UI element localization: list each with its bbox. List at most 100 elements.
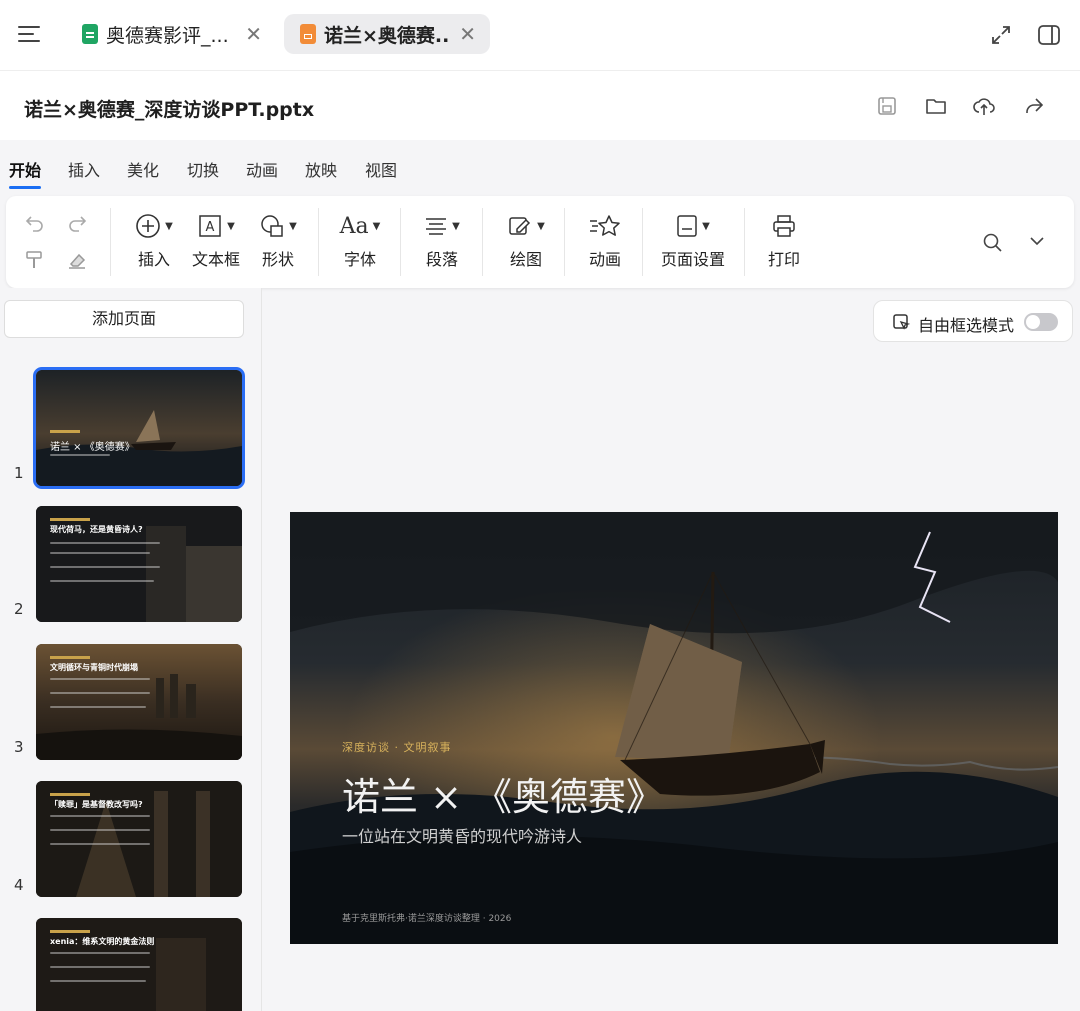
active-tab-indicator: [9, 186, 41, 189]
undo-icon[interactable]: [24, 214, 46, 232]
slide-number: 2: [14, 600, 24, 618]
thumbnail-tag: [50, 656, 90, 659]
menu-icon[interactable]: [18, 24, 40, 44]
separator: [642, 208, 643, 276]
tab-beautify[interactable]: 美化: [127, 157, 159, 181]
tab-title: 奥德赛影评_...: [106, 24, 229, 47]
slide-subtitle: 一位站在文明黄昏的现代吟游诗人: [342, 827, 583, 846]
separator: [318, 208, 319, 276]
paragraph-label: 段落: [425, 250, 458, 269]
thumbnail-text-line: [50, 706, 146, 708]
free-select-label: 自由框选模式: [918, 316, 1015, 335]
sidebar-toggle-icon[interactable]: [1037, 24, 1061, 46]
document-title: 诺兰×奥德赛_深度访谈PPT.pptx: [24, 99, 315, 121]
tab-sheet[interactable]: 奥德赛影评_... ✕: [66, 14, 276, 54]
slide-number: 4: [14, 876, 24, 894]
slide-footer: 基于克里斯托弗·诺兰深度访谈整理 · 2026: [342, 914, 512, 924]
eraser-icon[interactable]: [66, 250, 88, 270]
slide-thumbnail-3[interactable]: 文明循环与青铜时代崩塌: [36, 644, 242, 760]
folder-icon[interactable]: [924, 95, 948, 117]
tab-start[interactable]: 开始: [9, 157, 41, 181]
redo-icon[interactable]: [66, 214, 88, 232]
presentation-file-icon: [300, 24, 316, 44]
slide-title: 诺兰 × 《奥德赛》: [342, 775, 664, 819]
tab-title: 诺兰×奥德赛...: [324, 24, 448, 47]
tab-transition[interactable]: 切换: [187, 157, 219, 181]
document-title-bar: 诺兰×奥德赛_深度访谈PPT.pptx: [0, 70, 1080, 140]
tab-slideshow[interactable]: 放映: [305, 157, 337, 181]
thumbnail-text-line: [50, 566, 160, 568]
plus-circle-icon: [136, 214, 160, 238]
share-icon[interactable]: [1022, 95, 1046, 117]
separator: [744, 208, 745, 276]
separator: [564, 208, 565, 276]
font-button[interactable]: Aa ▼ 字体: [336, 210, 384, 270]
free-select-mode-toggle[interactable]: 自由框选模式: [873, 300, 1073, 342]
thumbnail-text-line: [50, 815, 150, 817]
paragraph-button[interactable]: ▼ 段落: [418, 210, 466, 270]
tab-view[interactable]: 视图: [365, 157, 397, 181]
font-label: 字体: [343, 250, 376, 269]
slide-thumbnail-4[interactable]: 「赎罪」是基督教改写吗?: [36, 781, 242, 897]
draw-button[interactable]: ▼ 绘图: [502, 210, 550, 270]
slide-number: 3: [14, 738, 24, 756]
slide-background-image: [290, 512, 1058, 944]
thumbnail-text-line: [50, 692, 150, 694]
slide-thumbnail-1[interactable]: 诺兰 × 《奥德赛》: [33, 367, 245, 489]
expand-icon[interactable]: [990, 24, 1012, 46]
thumbnail-title: 文明循环与青铜时代崩塌: [50, 663, 138, 672]
separator: [482, 208, 483, 276]
slide-thumbnail-2[interactable]: 现代荷马，还是黄昏诗人?: [36, 506, 242, 622]
draw-label: 绘图: [509, 250, 542, 269]
thumbnail-text-line: [50, 966, 150, 968]
cloud-upload-icon[interactable]: [972, 95, 996, 117]
main-slide[interactable]: 深度访谈 · 文明叙事 诺兰 × 《奥德赛》 一位站在文明黄昏的现代吟游诗人 基…: [290, 512, 1058, 944]
thumbnail-text-line: [50, 829, 150, 831]
add-page-button[interactable]: 添加页面: [4, 300, 244, 338]
svg-text:A: A: [206, 220, 215, 235]
thumbnail-tag: [50, 793, 90, 796]
pen-icon: [509, 217, 531, 235]
thumbnail-title: 诺兰 × 《奥德赛》: [50, 442, 135, 453]
print-label: 打印: [767, 250, 800, 269]
thumbnail-text-line: [50, 542, 160, 544]
tab-ppt[interactable]: 诺兰×奥德赛... ✕: [284, 14, 490, 54]
page-setup-button[interactable]: ▼ 页面设置: [658, 210, 728, 270]
save-icon[interactable]: [876, 95, 898, 117]
thumbnail-tag: [50, 518, 90, 521]
tab-insert[interactable]: 插入: [68, 157, 100, 181]
slide-thumbnail-5[interactable]: xenia：维系文明的黄金法则: [36, 918, 242, 1011]
toggle-switch[interactable]: [1024, 313, 1058, 331]
spreadsheet-file-icon: [82, 24, 98, 44]
shape-button[interactable]: ▼ 形状: [254, 210, 302, 270]
close-icon[interactable]: ✕: [459, 24, 476, 44]
thumbnail-tag: [50, 430, 80, 433]
page-setup-label: 页面设置: [660, 250, 725, 269]
animation-label: 动画: [588, 250, 621, 269]
separator: [110, 208, 111, 276]
insert-label: 插入: [137, 250, 170, 269]
thumbnail-text-line: [50, 678, 150, 680]
animation-button[interactable]: 动画: [582, 210, 628, 270]
format-painter-icon[interactable]: [24, 250, 46, 270]
textbox-button[interactable]: A ▼ 文本框: [190, 210, 242, 270]
thumbnail-text-line: [50, 952, 150, 954]
chevron-down-icon[interactable]: [1028, 234, 1046, 248]
slide-number: 1: [14, 464, 24, 482]
textbox-label: 文本框: [191, 250, 240, 269]
search-icon[interactable]: [982, 232, 1004, 254]
tab-animation[interactable]: 动画: [246, 157, 278, 181]
thumbnail-text-line: [50, 980, 146, 982]
shapes-icon: [261, 215, 283, 237]
thumbnail-title: 「赎罪」是基督教改写吗?: [50, 800, 143, 809]
print-button[interactable]: 打印: [762, 210, 806, 270]
thumbnail-text-line: [50, 580, 154, 582]
thumbnail-tag: [50, 930, 90, 933]
insert-button[interactable]: ▼ 插入: [130, 210, 178, 270]
textbox-icon: A: [199, 215, 221, 237]
close-icon[interactable]: ✕: [245, 24, 262, 44]
thumbnail-title: 现代荷马，还是黄昏诗人?: [50, 525, 143, 534]
tab-bar: 奥德赛影评_... ✕ 诺兰×奥德赛... ✕: [0, 0, 1080, 70]
align-icon: [426, 218, 447, 235]
slide-thumbnail-panel: 添加页面 1 诺兰 × 《奥德赛》 2 现代荷马，还是黄昏诗人? 3 文明循环与…: [0, 288, 262, 1011]
